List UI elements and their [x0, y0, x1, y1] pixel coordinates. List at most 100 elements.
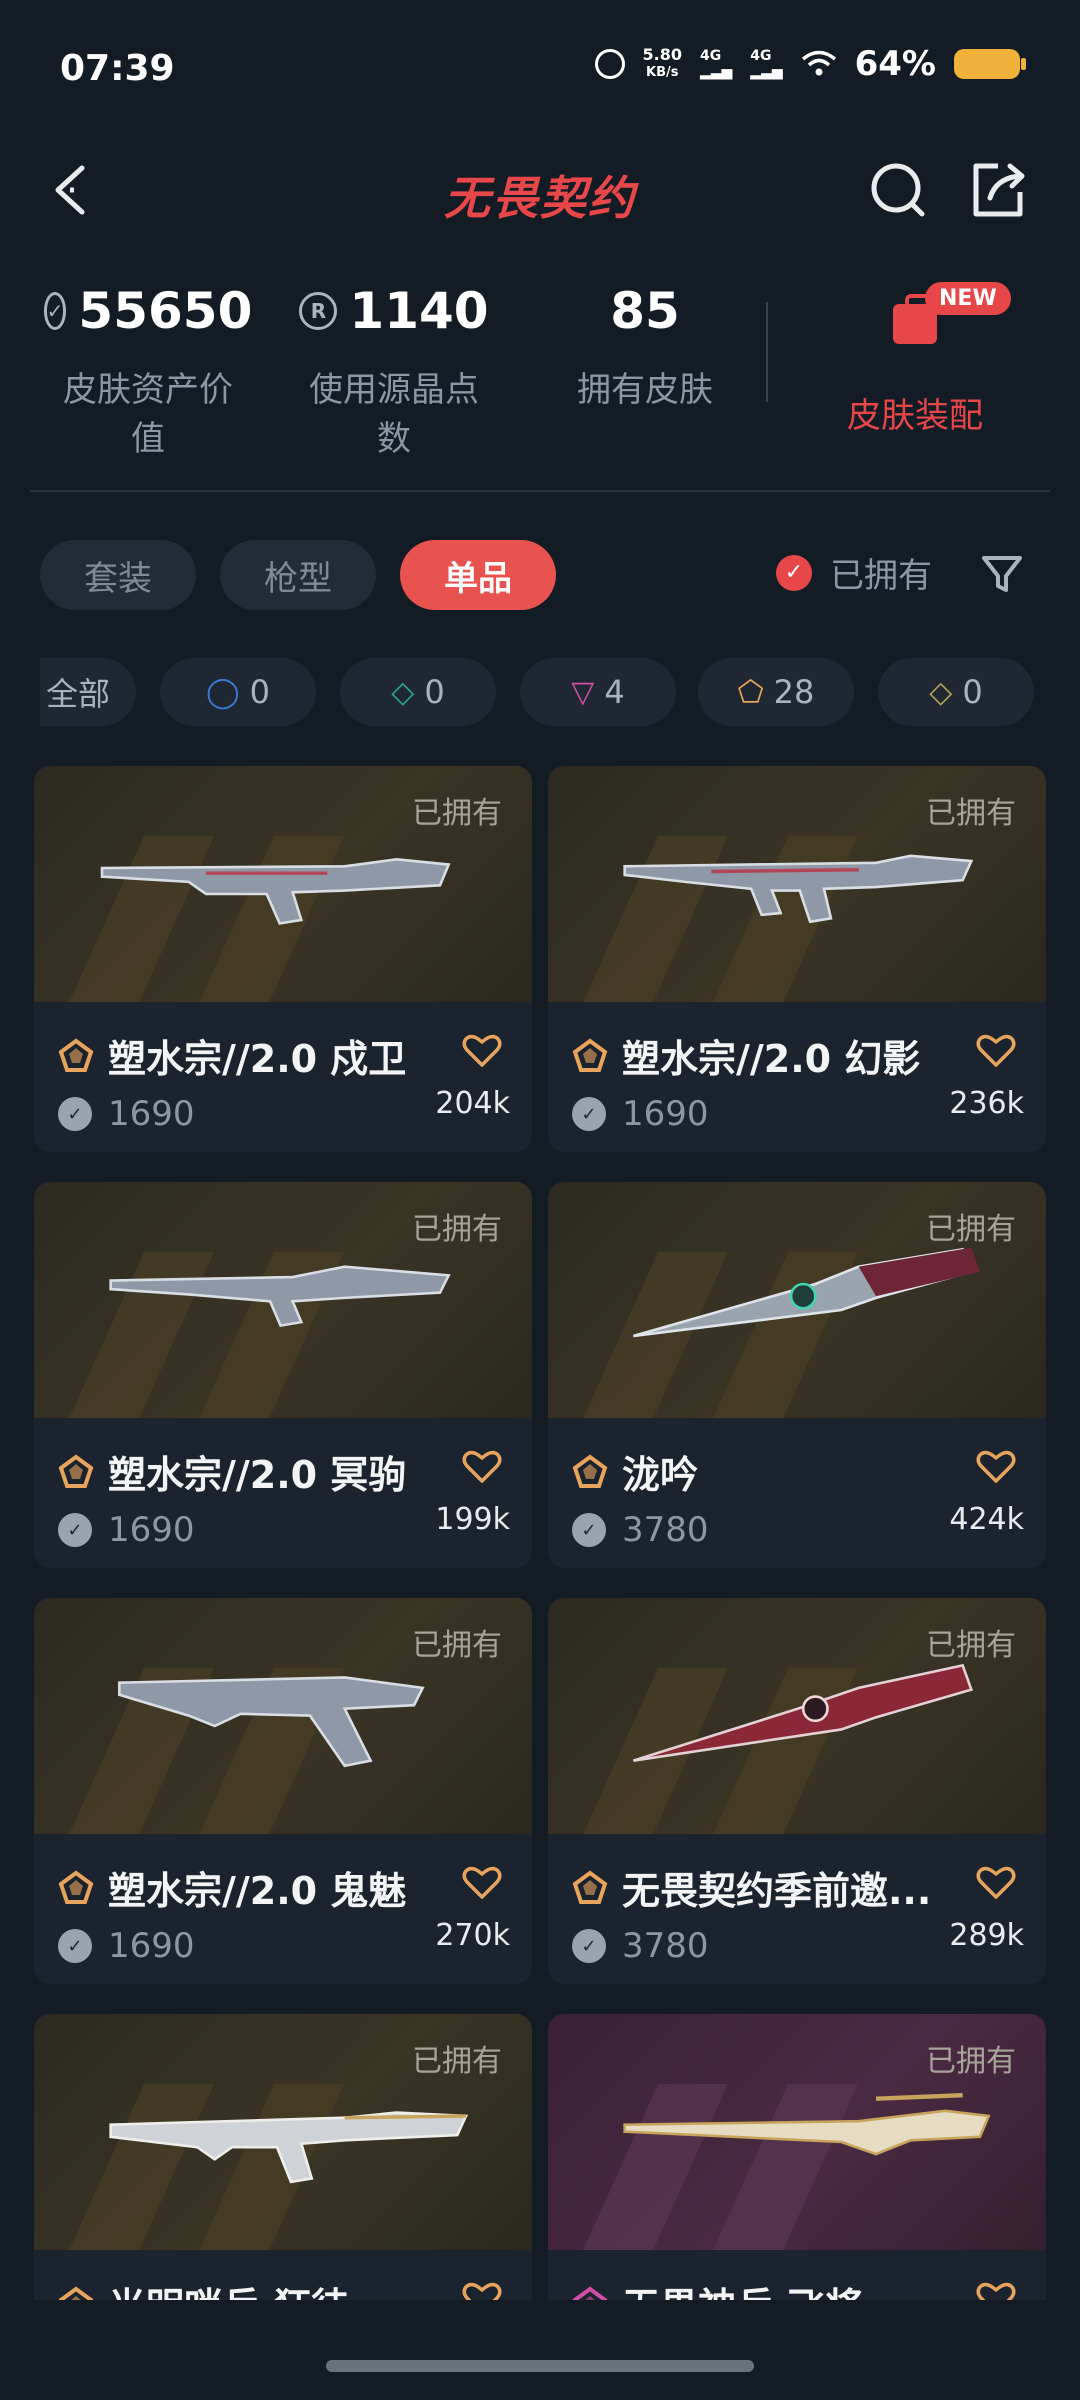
tier-icon	[572, 2286, 608, 2300]
heart-icon[interactable]	[462, 1864, 502, 1900]
owned-tag: 已拥有	[926, 1212, 1016, 1247]
skin-name: 塑水宗//2.0 鬼魅	[108, 1869, 407, 1913]
signal-2: 4G ▂▃▅	[750, 48, 783, 80]
heart-icon[interactable]	[976, 1448, 1016, 1484]
owned-skins-stat: 85 拥有皮肤	[577, 282, 713, 410]
tier-chip-exclusive[interactable]: ⬠ 28	[698, 658, 854, 726]
checkmark-icon: ✓	[776, 554, 812, 591]
status-time: 07:39	[60, 48, 175, 89]
weapon-image	[623, 2093, 991, 2156]
tier-icon	[58, 1870, 94, 1904]
heart-icon[interactable]	[462, 1032, 502, 1068]
tier-icon	[572, 1870, 608, 1904]
skin-card[interactable]: 已拥有 无畏神兵 飞将	[548, 2014, 1046, 2300]
wifi-icon	[801, 50, 836, 76]
status-icons: 5.80 KB/s 4G ▂▃▅ 4G ▂▃▅ 64%	[594, 44, 1026, 84]
tier-chip-deluxe[interactable]: ◇ 0	[340, 658, 496, 726]
alarm-icon	[594, 49, 625, 79]
skin-title: 塑水宗//2.0 冥驹	[58, 1444, 452, 1499]
app-header: 无畏契约	[0, 140, 1080, 240]
heart-icon[interactable]	[462, 2280, 502, 2300]
weapon-image	[623, 854, 974, 924]
skin-price: ✓ 1690	[58, 1510, 195, 1550]
like-count: 204k	[435, 1086, 510, 1121]
skin-price: ✓ 3780	[572, 1926, 709, 1966]
heart-icon[interactable]	[976, 1864, 1016, 1900]
skin-image: 已拥有	[548, 766, 1046, 1002]
ultra-tier-icon: ◇	[929, 674, 953, 710]
skin-title: 无畏契约季前邀...	[572, 1860, 966, 1915]
skin-card[interactable]: 已拥有 塑水宗//2.0 幻影 ✓ 1690 236k	[548, 766, 1046, 1152]
skin-title: 无畏神兵 飞将	[572, 2276, 966, 2300]
skin-name: 光明哨兵 狂徒	[108, 2276, 349, 2300]
owned-tag: 已拥有	[926, 796, 1016, 831]
skin-image: 已拥有	[548, 2014, 1046, 2250]
vp-icon: ✓	[43, 292, 67, 330]
skin-name: 塑水宗//2.0 冥驹	[108, 1453, 407, 1497]
tier-chip-premium[interactable]: ▽ 4	[520, 658, 676, 726]
owned-toggle[interactable]: ✓ 已拥有	[776, 548, 932, 597]
owned-tag: 已拥有	[412, 1212, 502, 1247]
tier-filter-chips: 全部 ◯ 0 ◇ 0 ▽ 4 ⬠ 28 ◇ 0	[40, 658, 1080, 728]
signal-bars-icon: ▂▃▅	[699, 64, 733, 80]
owned-tag: 已拥有	[412, 2044, 502, 2079]
asset-value-stat: ✓ 55650 皮肤资产价值	[43, 282, 252, 460]
skin-price: ✓ 3780	[572, 1510, 709, 1550]
vp-icon: ✓	[58, 1097, 92, 1131]
tab-single-items[interactable]: 单品	[400, 540, 556, 610]
skin-title: 塑水宗//2.0 幻影	[572, 1028, 966, 1083]
tab-bundles[interactable]: 套装	[40, 540, 196, 610]
heart-icon[interactable]	[976, 1032, 1016, 1068]
battery-icon	[954, 49, 1026, 79]
owned-tag: 已拥有	[412, 1628, 502, 1663]
skin-card[interactable]: 已拥有 塑水宗//2.0 鬼魅 ✓ 1690 270k	[34, 1598, 532, 1984]
like-count: 270k	[435, 1918, 510, 1953]
premium-tier-icon: ▽	[571, 674, 595, 710]
vp-icon: ✓	[572, 1513, 606, 1547]
tier-icon	[572, 1454, 608, 1488]
skin-price: ✓ 1690	[58, 1926, 195, 1966]
tab-weapon-type[interactable]: 枪型	[220, 540, 376, 610]
like-count: 289k	[949, 1918, 1024, 1953]
tier-chip-all[interactable]: 全部	[40, 658, 136, 726]
skin-price: ✓ 1690	[58, 1094, 195, 1134]
tier-chip-ultra[interactable]: ◇ 0	[878, 658, 1034, 726]
tier-chip-select[interactable]: ◯ 0	[160, 658, 316, 726]
skin-card[interactable]: 已拥有 塑水宗//2.0 戍卫 ✓ 1690 204k	[34, 766, 532, 1152]
radianite-icon: R	[299, 292, 338, 330]
signal-1: 4G ▂▃▅	[699, 48, 733, 80]
like-count: 424k	[949, 1502, 1024, 1537]
weapon-image	[109, 1265, 451, 1328]
briefcase-icon	[893, 294, 937, 344]
share-icon[interactable]	[966, 158, 1030, 222]
select-tier-icon: ◯	[206, 674, 240, 710]
skin-image: 已拥有	[548, 1182, 1046, 1418]
tier-icon	[58, 1038, 94, 1072]
skin-name: 塑水宗//2.0 幻影	[622, 1037, 921, 1081]
search-icon[interactable]	[866, 158, 930, 222]
divider	[30, 490, 1050, 492]
owned-tag: 已拥有	[926, 2044, 1016, 2079]
status-bar: 07:39 5.80 KB/s 4G ▂▃▅ 4G ▂▃▅ 64%	[0, 0, 1080, 140]
skin-card[interactable]: 已拥有 塑水宗//2.0 冥驹 ✓ 1690 199k	[34, 1182, 532, 1568]
home-indicator[interactable]	[326, 2360, 754, 2372]
vp-icon: ✓	[58, 1513, 92, 1547]
vp-icon: ✓	[572, 1929, 606, 1963]
divider	[766, 302, 768, 402]
filter-icon[interactable]	[980, 552, 1024, 596]
skin-equip-button[interactable]: NEW 皮肤装配	[790, 282, 1040, 437]
heart-icon[interactable]	[976, 2280, 1016, 2300]
skin-card[interactable]: 已拥有 泷吟 ✓ 3780 424k	[548, 1182, 1046, 1568]
new-badge: NEW	[925, 282, 1011, 315]
skin-name: 泷吟	[622, 1453, 699, 1497]
weapon-image	[118, 1676, 425, 1768]
network-speed: 5.80 KB/s	[642, 45, 682, 81]
skin-card[interactable]: 已拥有 无畏契约季前邀... ✓ 3780 289k	[548, 1598, 1046, 1984]
heart-icon[interactable]	[462, 1448, 502, 1484]
category-tabs: 套装 枪型 单品	[40, 540, 556, 610]
weapon-image	[109, 2111, 468, 2184]
stats-bar: ✓ 55650 皮肤资产价值 R 1140 使用源晶点数 85 拥有皮肤 NEW 皮…	[0, 282, 1080, 459]
skin-title: 泷吟	[572, 1444, 966, 1499]
skin-card[interactable]: 已拥有 光明哨兵 狂徒	[34, 2014, 532, 2300]
skin-title: 塑水宗//2.0 鬼魅	[58, 1860, 452, 1915]
